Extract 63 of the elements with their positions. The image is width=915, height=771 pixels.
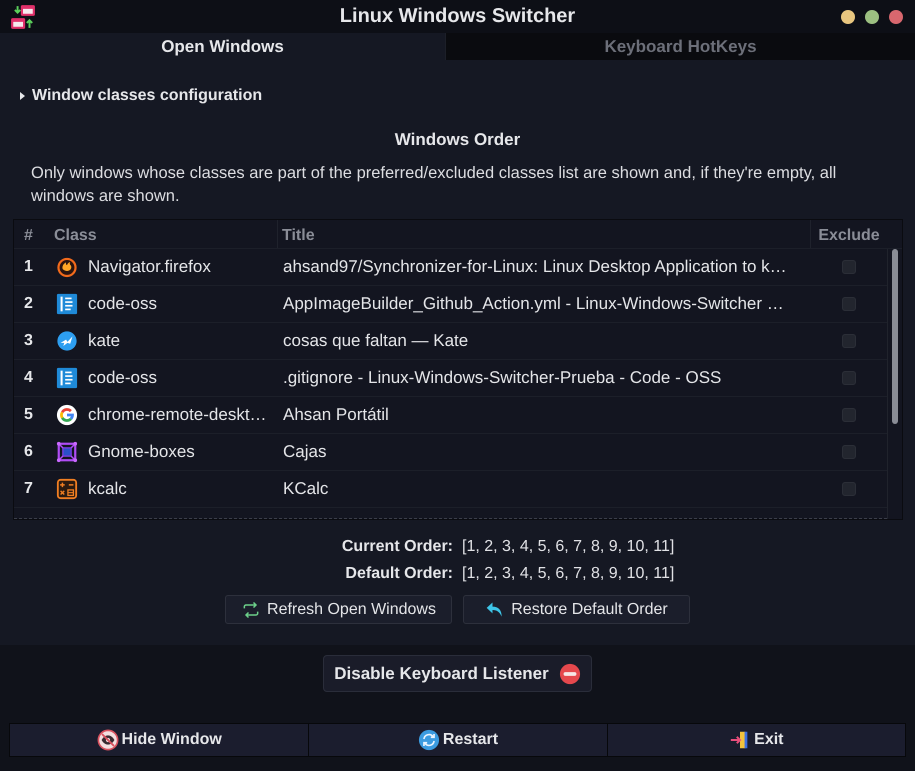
section-heading: Windows Order	[394, 131, 522, 149]
row-number: 5	[24, 406, 33, 424]
exclude-checkbox[interactable]	[842, 297, 856, 311]
restart-button[interactable]: Restart	[308, 724, 607, 756]
order-value: [1, 2, 3, 4, 5, 6, 7, 8, 9, 10, 11]	[462, 538, 674, 556]
exclude-checkbox[interactable]	[842, 260, 856, 274]
row-number: 7	[24, 480, 33, 498]
window-title-text: cosas que faltan — Kate	[282, 331, 468, 351]
description: Only windows whose classes are part of the preferred/excluded classes list are shown and, if they're empty, all windows are shown.	[31, 163, 838, 207]
calculator-icon	[56, 478, 78, 500]
g-logo-icon	[56, 404, 78, 426]
tab[interactable]: Open Windows	[0, 33, 445, 60]
row-number: 1	[24, 258, 33, 276]
exclude-checkbox[interactable]	[842, 371, 856, 385]
minus-circle-icon	[558, 662, 581, 684]
square-frame-icon	[56, 441, 78, 463]
app-icon	[10, 4, 36, 30]
row-number: 3	[24, 332, 33, 350]
minimize-button[interactable]	[841, 10, 855, 24]
window-class: Gnome-boxes	[88, 442, 195, 462]
row-number: 2	[24, 295, 33, 313]
restore-button[interactable]: Restore Default Order	[463, 595, 690, 624]
order-label: Default Order:	[345, 564, 453, 582]
maximize-button[interactable]	[865, 10, 879, 24]
exclude-checkbox[interactable]	[842, 334, 856, 348]
window-title-text: KCalc	[282, 479, 328, 499]
exclude-checkbox[interactable]	[842, 445, 856, 459]
class-header: Class	[53, 226, 98, 246]
exclude-header: Exclude	[810, 220, 887, 248]
exclude-checkbox[interactable]	[842, 482, 856, 496]
window-title-text: .gitignore - Linux-Windows-Switcher-Prueba - Code - OSS	[282, 368, 722, 388]
window-class: Navigator.firefox	[88, 257, 211, 277]
exclude-checkbox[interactable]	[842, 408, 856, 422]
refresh-icon	[241, 600, 262, 620]
row-number: 6	[24, 443, 33, 461]
window-class: code-oss	[88, 294, 157, 314]
eye-slash-icon	[96, 729, 119, 751]
window-class: chrome-remote-deskt…	[88, 405, 267, 425]
expander[interactable]: Window classes configuration	[16, 86, 264, 106]
window-class: kate	[88, 331, 120, 351]
refresh-button[interactable]: Refresh Open Windows	[225, 595, 452, 624]
document-lines-icon	[56, 293, 78, 315]
row-number: 4	[24, 369, 33, 387]
close-button[interactable]	[889, 10, 903, 24]
document-lines-icon	[56, 367, 78, 389]
window-title-text: AppImageBuilder_Github_Action.yml - Linux-Windows-Switcher …	[282, 294, 784, 314]
order-value: [1, 2, 3, 4, 5, 6, 7, 8, 9, 10, 11]	[462, 564, 674, 582]
hide-window-button[interactable]: Hide Window	[10, 724, 308, 756]
restart-icon	[418, 729, 440, 751]
exit-button[interactable]: Exit	[606, 724, 905, 756]
order-label: Current Order:	[342, 538, 453, 556]
window-title-text: Cajas	[282, 442, 326, 462]
window-title-text: ahsand97/Synchronizer-for-Linux: Linux Desktop Application to k…	[282, 257, 787, 277]
window-class: kcalc	[88, 479, 127, 499]
flame-circle-icon	[56, 256, 78, 278]
number-header: #	[23, 226, 34, 246]
scrollbar-thumb[interactable]	[892, 249, 898, 424]
window-title-text: Ahsan Portátil	[282, 405, 389, 425]
window-class: code-oss	[88, 368, 157, 388]
title-header: Title	[277, 220, 810, 248]
disable-listener-button[interactable]: Disable Keyboard Listener	[323, 655, 592, 692]
bird-circle-icon	[56, 330, 78, 352]
window-title: Linux Windows Switcher	[340, 5, 576, 28]
